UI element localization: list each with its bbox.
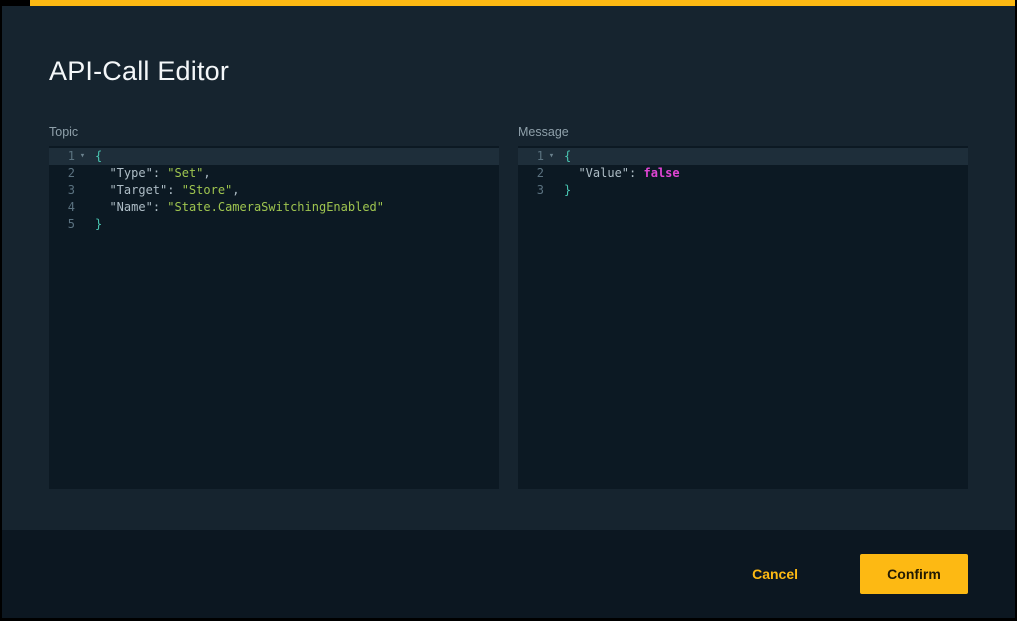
code-line-text: { bbox=[90, 148, 102, 165]
line-number: 1 bbox=[68, 148, 75, 165]
line-number: 4 bbox=[68, 199, 75, 216]
line-number: 5 bbox=[68, 216, 75, 233]
line-gutter: 2 bbox=[518, 165, 559, 182]
code-line: 4 "Name": "State.CameraSwitchingEnabled" bbox=[49, 199, 499, 216]
code-line: 3} bbox=[518, 182, 968, 199]
line-number: 3 bbox=[537, 182, 544, 199]
code-line-text: { bbox=[559, 148, 571, 165]
code-line-text: "Target": "Store", bbox=[90, 182, 240, 199]
line-gutter: 5 bbox=[49, 216, 90, 233]
fold-arrow-icon[interactable]: ▾ bbox=[75, 148, 90, 165]
topic-code-editor[interactable]: 1▾{2 "Type": "Set",3 "Target": "Store",4… bbox=[49, 146, 499, 489]
code-line-text: } bbox=[559, 182, 571, 199]
code-line: 2 "Value": false bbox=[518, 165, 968, 182]
line-gutter: 1▾ bbox=[49, 148, 90, 165]
code-line-text: } bbox=[90, 216, 102, 233]
cancel-button[interactable]: Cancel bbox=[740, 556, 810, 592]
code-line-text: "Type": "Set", bbox=[90, 165, 211, 182]
fold-arrow-icon[interactable]: ▾ bbox=[544, 148, 559, 165]
topic-label: Topic bbox=[49, 125, 499, 139]
code-line-text: "Value": false bbox=[559, 165, 680, 182]
line-number: 2 bbox=[68, 165, 75, 182]
code-line: 1▾{ bbox=[49, 148, 499, 165]
code-line: 3 "Target": "Store", bbox=[49, 182, 499, 199]
line-gutter: 2 bbox=[49, 165, 90, 182]
message-editor-group: Message 1▾{2 "Value": false3} bbox=[518, 125, 968, 489]
line-gutter: 4 bbox=[49, 199, 90, 216]
editor-panels: Topic 1▾{2 "Type": "Set",3 "Target": "St… bbox=[49, 125, 968, 489]
line-gutter: 3 bbox=[49, 182, 90, 199]
line-gutter: 3 bbox=[518, 182, 559, 199]
confirm-button[interactable]: Confirm bbox=[860, 554, 968, 594]
api-call-editor-dialog: API-Call Editor Topic 1▾{2 "Type": "Set"… bbox=[0, 0, 1017, 621]
code-line-text: "Name": "State.CameraSwitchingEnabled" bbox=[90, 199, 384, 216]
dialog-footer: Cancel Confirm bbox=[2, 530, 1015, 618]
page-title: API-Call Editor bbox=[49, 56, 968, 87]
message-label: Message bbox=[518, 125, 968, 139]
code-line: 2 "Type": "Set", bbox=[49, 165, 499, 182]
code-line: 5} bbox=[49, 216, 499, 233]
line-gutter: 1▾ bbox=[518, 148, 559, 165]
topic-editor-group: Topic 1▾{2 "Type": "Set",3 "Target": "St… bbox=[49, 125, 499, 489]
code-line: 1▾{ bbox=[518, 148, 968, 165]
message-code-editor[interactable]: 1▾{2 "Value": false3} bbox=[518, 146, 968, 489]
line-number: 1 bbox=[537, 148, 544, 165]
line-number: 3 bbox=[68, 182, 75, 199]
line-number: 2 bbox=[537, 165, 544, 182]
dialog-body: API-Call Editor Topic 1▾{2 "Type": "Set"… bbox=[2, 6, 1015, 530]
